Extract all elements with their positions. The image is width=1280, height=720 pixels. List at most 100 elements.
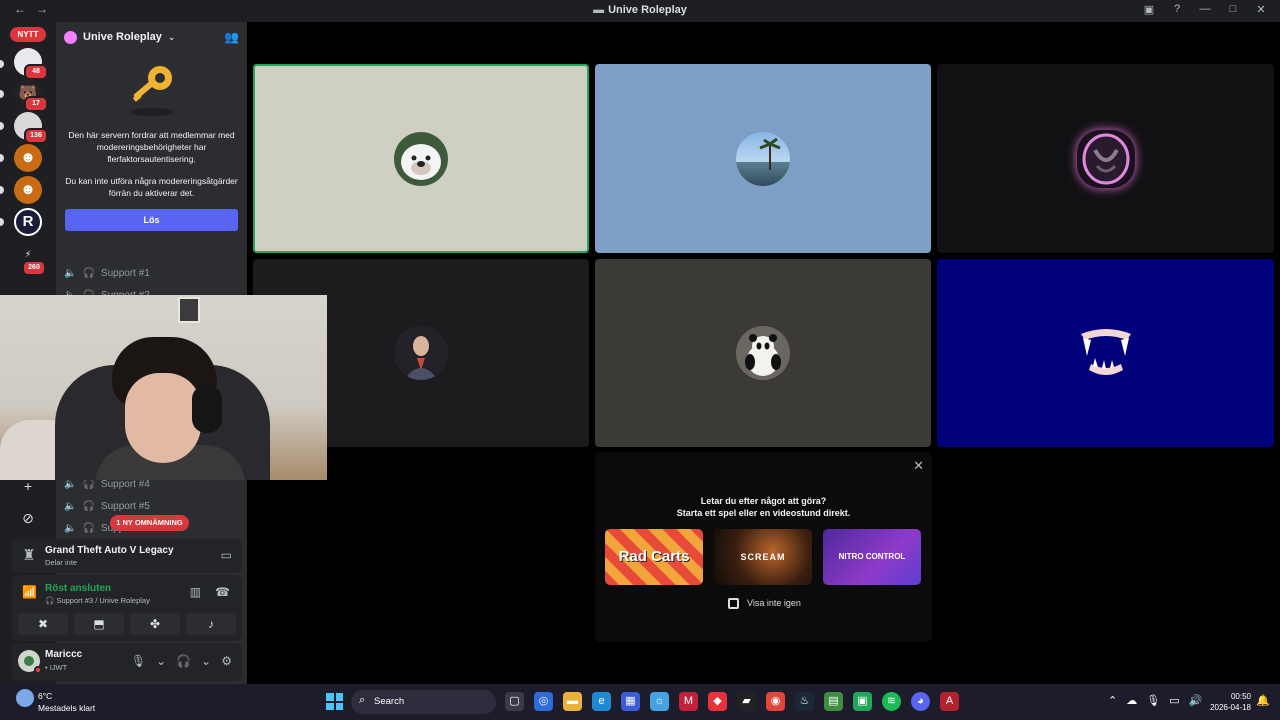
chat-app-icon[interactable]: ▣ <box>853 692 872 711</box>
microphone-icon[interactable]: 🎙 <box>131 654 146 668</box>
new-badge[interactable]: NYTT <box>10 27 46 42</box>
edge-icon[interactable]: e <box>592 692 611 711</box>
windows-start-icon[interactable] <box>326 693 343 710</box>
steam-icon[interactable]: ♨ <box>795 692 814 711</box>
volume-icon[interactable]: 🔊 <box>1189 694 1203 707</box>
key-icon <box>129 66 174 116</box>
creature-avatar-icon <box>1082 133 1129 184</box>
game-card-rad-carts[interactable]: Rad Carts <box>605 529 703 585</box>
clock-time: 00:50 <box>1230 692 1251 701</box>
voice-channel-support-5[interactable]: 🔈 🎧 Support #5 <box>56 495 247 517</box>
maximize-icon[interactable]: □ <box>1226 3 1240 16</box>
headset <box>192 385 222 433</box>
red-launcher-icon[interactable]: A <box>940 692 959 711</box>
invite-people-icon[interactable]: 👥 <box>224 30 239 44</box>
mfa-text-restriction: Du kan inte utföra några modereringsåtgä… <box>65 176 238 198</box>
chevron-down-icon: ⌄ <box>167 31 176 42</box>
minimize-icon[interactable]: — <box>1198 3 1212 16</box>
weather-app-icon[interactable]: ☼ <box>650 692 669 711</box>
voice-connection-panel: 📶 Röst ansluten 🎧 Support #3 / Unive Rol… <box>12 575 242 641</box>
server-icon-6[interactable]: R <box>14 208 42 236</box>
store-icon[interactable]: ▦ <box>621 692 640 711</box>
display-icon[interactable]: ▭ <box>1169 694 1179 707</box>
activity-suggestion-card: ✕ Letar du efter något att göra? Starta … <box>595 452 932 642</box>
chevron-up-icon[interactable]: ⌃ <box>1108 694 1117 707</box>
screen-share-button[interactable]: ⬒ <box>74 613 124 635</box>
server-icon-4[interactable]: ☻ <box>14 144 42 172</box>
notification-bell-icon[interactable]: 🔔 <box>1256 694 1270 707</box>
video-tile-1[interactable] <box>253 64 589 253</box>
task-view-icon[interactable]: ▢ <box>505 692 524 711</box>
voice-controls: ▥ ☎ <box>190 585 230 599</box>
close-icon[interactable]: ✕ <box>1254 3 1268 16</box>
microphone-icon[interactable]: 🎙 <box>1146 694 1160 707</box>
participant-avatar <box>1076 129 1135 188</box>
inbox-icon[interactable]: ▣ <box>1142 3 1156 16</box>
channel-label: Support #1 <box>100 267 150 279</box>
username: Mariccc <box>45 649 83 660</box>
game-card-nitro-control[interactable]: NITRO CONTROL <box>823 529 921 585</box>
server-header[interactable]: Unive Roleplay ⌄ 👥 <box>56 22 247 52</box>
window-title-text: Unive Roleplay <box>608 4 687 16</box>
chevron-down-icon[interactable]: ⌄ <box>156 654 166 668</box>
server-icon-8[interactable]: 260 <box>14 256 46 284</box>
disconnect-icon[interactable]: ☎ <box>215 585 230 599</box>
gear-icon[interactable]: ⚙ <box>221 654 232 668</box>
chrome-icon[interactable]: ◉ <box>766 692 785 711</box>
panda-avatar-icon <box>736 326 790 380</box>
soundboard-button[interactable]: ♪ <box>186 613 236 635</box>
clock[interactable]: 00:50 2026-04-18 <box>1209 691 1251 713</box>
voice-location[interactable]: 🎧 Support #3 / Unive Roleplay <box>45 596 150 605</box>
webcam-overlay <box>0 295 327 480</box>
video-tile-6[interactable] <box>937 259 1274 447</box>
chevron-down-icon[interactable]: ⌄ <box>201 654 211 668</box>
headphones-icon[interactable]: 🎧 <box>176 654 191 668</box>
unread-pip <box>0 186 4 194</box>
headphones-icon: 🎧 <box>82 522 95 534</box>
unread-pip <box>0 154 4 162</box>
game-card-scream[interactable]: SCREAM <box>714 529 812 585</box>
server-icon-3[interactable]: 136 <box>14 112 48 144</box>
taskbar-search[interactable]: ⌕ Search <box>351 690 496 714</box>
resolve-button[interactable]: Lös <box>65 209 238 231</box>
video-tile-5[interactable] <box>595 259 931 447</box>
explore-icon[interactable]: ⊘ <box>18 508 38 528</box>
user-controls: 🎙 ⌄ 🎧 ⌄ ⚙ <box>131 654 232 668</box>
mention-count-badge: 17 <box>24 96 48 112</box>
unread-pip <box>0 218 4 226</box>
game-share-status: Delar inte <box>45 558 78 567</box>
video-tile-3[interactable] <box>937 64 1274 253</box>
participant-avatar <box>1073 320 1139 386</box>
editor-app-icon[interactable]: ▰ <box>737 692 756 711</box>
mention-count-badge: 136 <box>24 128 48 144</box>
dont-show-again-checkbox[interactable] <box>728 598 739 609</box>
voice-channel-support-1[interactable]: 🔈 🎧 Support #1 <box>56 262 247 284</box>
mcafee-icon[interactable]: M <box>679 692 698 711</box>
mention-count-badge: 48 <box>24 64 48 80</box>
headphones-icon: 🎧 <box>82 478 95 490</box>
stream-game-icon[interactable]: ▭ <box>221 548 232 562</box>
server-logo-icon <box>64 30 77 44</box>
video-tile-2[interactable] <box>595 64 931 253</box>
server-icon-2[interactable]: 🐻 17 <box>14 80 48 112</box>
camera-off-button[interactable]: ✖ <box>18 613 68 635</box>
new-mention-pill[interactable]: 1 NY OMNÄMNING <box>110 515 189 531</box>
spotify-icon[interactable]: ≋ <box>882 692 901 711</box>
close-icon[interactable]: ✕ <box>913 458 924 474</box>
onedrive-icon[interactable]: ☁ <box>1126 694 1137 707</box>
sheets-icon[interactable]: ▤ <box>824 692 843 711</box>
wall-picture-frame <box>178 297 200 323</box>
red-app-icon[interactable]: ◆ <box>708 692 727 711</box>
file-explorer-icon[interactable]: ▬ <box>563 692 582 711</box>
game-icon: ♜ <box>22 547 36 564</box>
server-icon-1[interactable]: 48 <box>14 48 48 80</box>
title-bar: ← → ▬ Unive Roleplay ▣ ? — □ ✕ <box>0 0 1280 22</box>
copilot-icon[interactable]: ◎ <box>534 692 553 711</box>
weather-icon[interactable] <box>16 689 34 707</box>
help-icon[interactable]: ? <box>1170 3 1184 16</box>
discord-icon[interactable]: ◕ <box>911 692 930 711</box>
activities-button[interactable]: ✤ <box>130 613 180 635</box>
server-icon-5[interactable]: ☻ <box>14 176 42 204</box>
signal-icon[interactable]: 📶 <box>22 585 37 599</box>
noise-suppression-icon[interactable]: ▥ <box>190 585 201 599</box>
